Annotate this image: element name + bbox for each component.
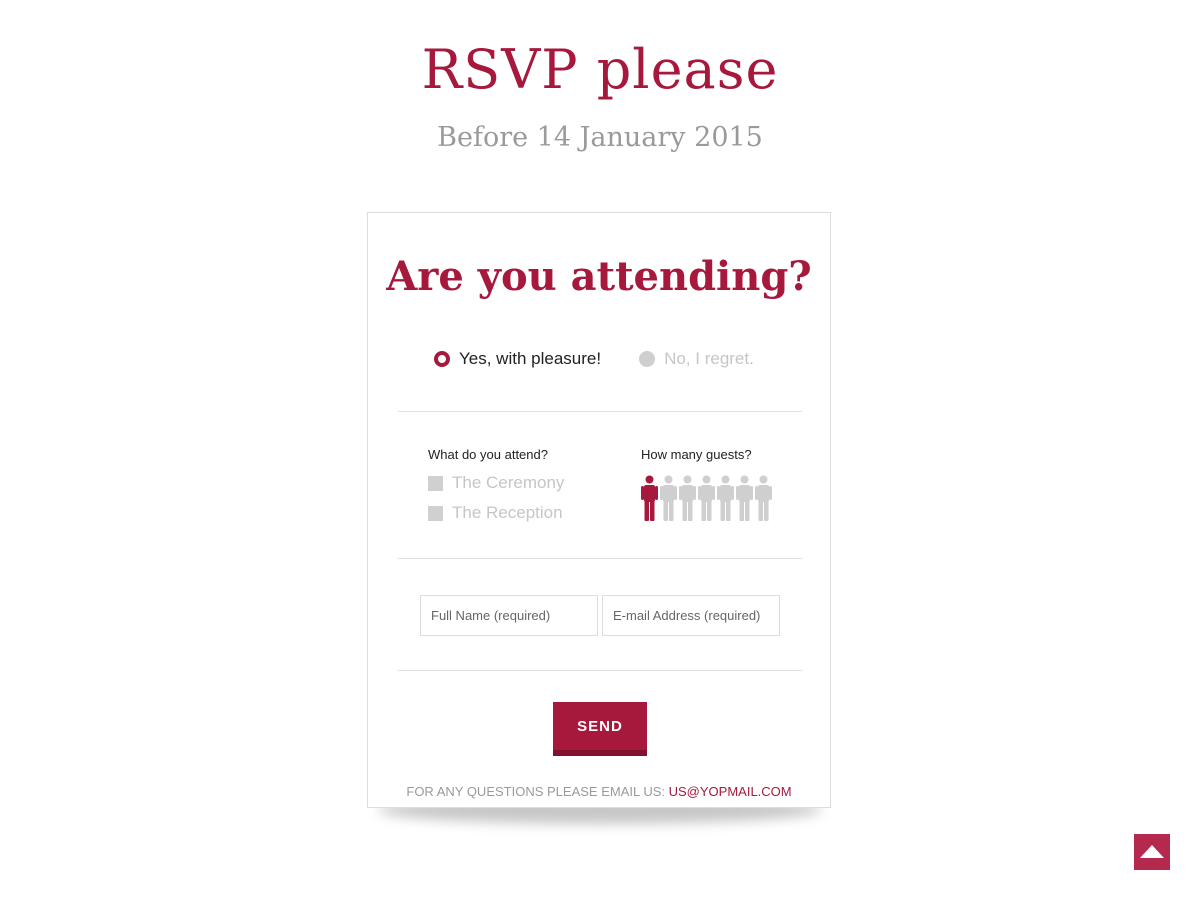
attending-heading: Are you attending?: [386, 253, 812, 300]
divider: [398, 411, 802, 412]
rsvp-form-card: Are you attending? Yes, with pleasure! N…: [367, 212, 831, 808]
person-icon[interactable]: [735, 475, 754, 521]
contact-note-text: FOR ANY QUESTIONS PLEASE EMAIL US:: [406, 784, 669, 799]
reception-label: The Reception: [452, 503, 563, 522]
page-title: RSVP please: [421, 38, 779, 101]
guests-label: How many guests?: [641, 447, 752, 462]
person-icon[interactable]: [678, 475, 697, 521]
person-icon[interactable]: [659, 475, 678, 521]
person-icon[interactable]: [640, 475, 659, 521]
email-input[interactable]: [602, 595, 780, 636]
attendance-options: Yes, with pleasure! No, I regret.: [434, 349, 754, 369]
contact-email-link[interactable]: US@YOPMAIL.COM: [669, 784, 792, 799]
person-icon[interactable]: [754, 475, 773, 521]
divider: [398, 558, 802, 559]
checkbox-icon: [428, 475, 443, 491]
checkbox-icon: [428, 505, 443, 521]
person-icon[interactable]: [697, 475, 716, 521]
rsvp-deadline: Before 14 January 2015: [437, 122, 763, 153]
rsvp-page: RSVP please Before 14 January 2015 Are y…: [0, 0, 1200, 900]
attending-yes-radio[interactable]: Yes, with pleasure!: [434, 349, 601, 369]
divider: [398, 670, 802, 671]
attending-yes-label: Yes, with pleasure!: [459, 349, 602, 368]
triangle-up-icon: [1140, 845, 1164, 858]
radio-selected-icon: [434, 351, 450, 367]
guest-count-selector: [640, 475, 773, 521]
attending-no-label: No, I regret.: [664, 349, 754, 368]
contact-note: FOR ANY QUESTIONS PLEASE EMAIL US: US@YO…: [368, 784, 830, 799]
reception-checkbox[interactable]: The Reception: [428, 503, 563, 523]
events-label: What do you attend?: [428, 447, 548, 462]
ceremony-checkbox[interactable]: The Ceremony: [428, 473, 564, 493]
scroll-to-top-button[interactable]: [1134, 834, 1170, 870]
send-button[interactable]: SEND: [553, 702, 647, 756]
full-name-input[interactable]: [420, 595, 598, 636]
attending-no-radio[interactable]: No, I regret.: [639, 349, 754, 369]
ceremony-label: The Ceremony: [452, 473, 565, 492]
radio-unselected-icon: [639, 351, 656, 367]
person-icon[interactable]: [716, 475, 735, 521]
